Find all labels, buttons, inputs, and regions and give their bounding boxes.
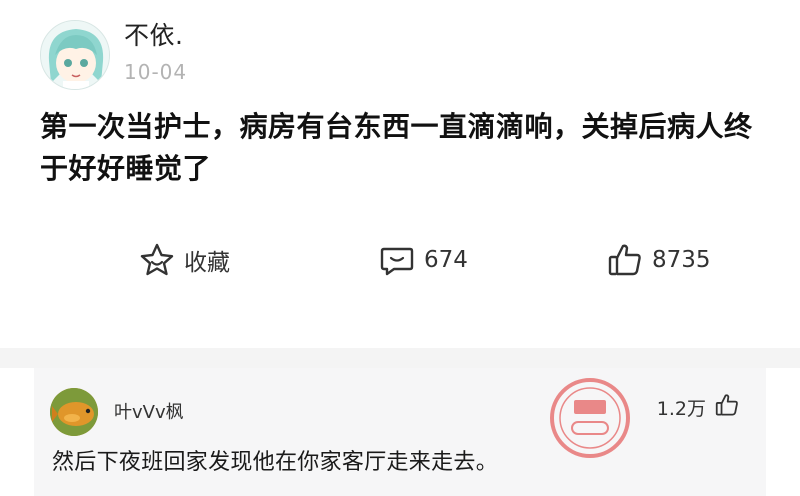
hot-comment: 叶vVv枫 1.2万 然后下夜班回家发现他在你家客厅走来走去。 — [34, 368, 766, 496]
favorite-label: 收藏 — [184, 250, 230, 276]
commenter-username[interactable]: 叶vVv枫 — [114, 398, 184, 424]
like-count: 8735 — [652, 247, 711, 273]
comment-like-count: 1.2万 — [656, 397, 706, 420]
commenter-avatar[interactable] — [50, 388, 98, 436]
star-icon — [138, 241, 176, 279]
post-card: 不依. 10-04 第一次当护士，病房有台东西一直滴滴响，关掉后病人终于好好睡觉… — [0, 0, 800, 348]
like-button[interactable]: 8735 — [606, 236, 711, 284]
username[interactable]: 不依. — [124, 16, 183, 52]
user-avatar[interactable] — [40, 20, 110, 90]
section-divider — [0, 348, 800, 368]
post-content: 第一次当护士，病房有台东西一直滴滴响，关掉后病人终于好好睡觉了 — [40, 110, 753, 185]
comment-bubble-icon — [378, 241, 416, 279]
comment-text: 然后下夜班回家发现他在你家客厅走来走去。 — [52, 450, 499, 475]
post-date: 10-04 — [124, 60, 188, 84]
thumbs-up-icon — [606, 241, 644, 279]
watermark-stamp — [544, 372, 636, 464]
comment-button[interactable]: 674 — [378, 236, 468, 284]
comment-like-button[interactable]: 1.2万 — [657, 392, 740, 422]
comment-count: 674 — [424, 247, 468, 273]
favorite-button[interactable]: 收藏 — [138, 236, 230, 284]
action-bar: 收藏 674 8735 — [0, 236, 800, 284]
thumbs-up-icon — [714, 392, 740, 422]
